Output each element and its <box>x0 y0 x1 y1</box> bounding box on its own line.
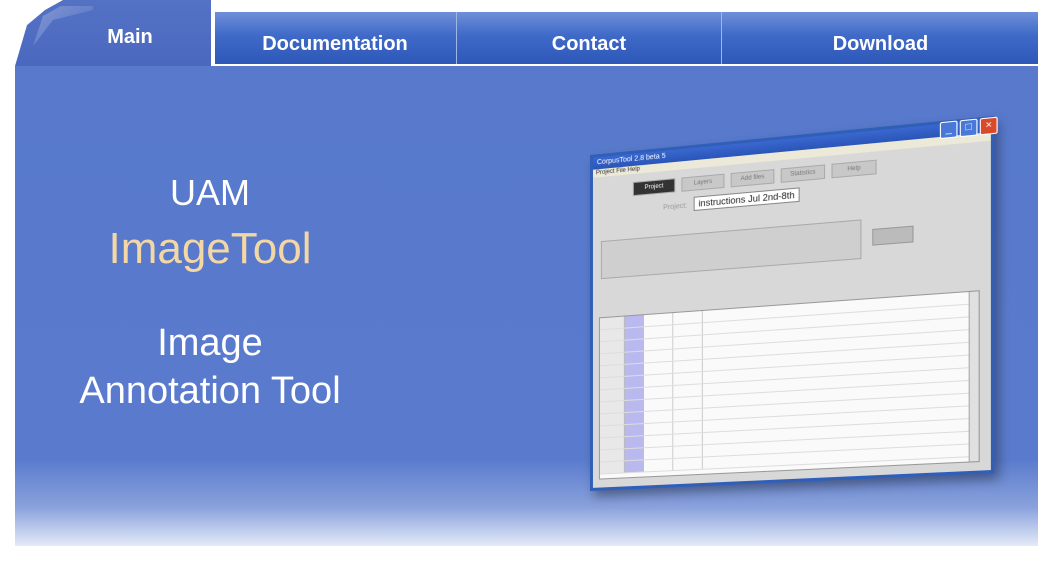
app-list-cell <box>599 413 625 426</box>
app-list-cell <box>643 422 674 436</box>
app-list-cell <box>643 361 674 375</box>
app-list-cell <box>624 436 644 449</box>
app-list-cell <box>673 372 703 385</box>
app-list-cell <box>624 411 644 425</box>
app-list-cell <box>673 335 703 349</box>
page-footer-space <box>0 546 1038 586</box>
app-list-cell <box>624 363 644 376</box>
app-list-cell <box>599 364 625 378</box>
app-window: _ □ × CorpusTool 2.8 beta 5 Project File… <box>590 115 998 492</box>
app-list-cell <box>643 337 674 351</box>
app-tab-statistics: Statistics <box>780 164 826 183</box>
app-list-cell <box>673 384 703 398</box>
app-list-cell <box>624 387 644 400</box>
app-list-cell <box>599 425 625 438</box>
app-list-cell <box>643 434 674 448</box>
app-list-cell <box>673 445 703 458</box>
hero-title-imagetool: ImageTool <box>108 224 312 273</box>
app-list-cell <box>673 323 703 337</box>
app-list-cell <box>599 400 625 414</box>
app-list-cell <box>624 424 644 437</box>
tab-main[interactable]: Main <box>15 0 211 66</box>
app-list-cell <box>643 458 674 472</box>
hero-subtitle-image: Image <box>157 322 263 364</box>
app-list-cell <box>624 351 644 364</box>
app-list-scrollbar <box>968 291 979 462</box>
tab-contact[interactable]: Contact <box>456 12 721 64</box>
hero-title-uam: UAM <box>170 172 250 213</box>
app-tab-help: Help <box>831 159 877 179</box>
app-list-cell <box>599 352 625 366</box>
close-icon: × <box>979 116 998 136</box>
app-list-cell <box>643 373 674 387</box>
app-tab-layers: Layers <box>681 173 725 192</box>
app-list-cell <box>673 396 703 410</box>
app-list-cell <box>673 420 703 434</box>
app-list-cell <box>673 310 703 325</box>
app-list-cell <box>599 449 625 462</box>
app-tab-project: Project <box>632 178 676 197</box>
app-list-cell <box>643 313 674 327</box>
app-list-cell <box>624 399 644 413</box>
app-list-cell <box>673 347 703 361</box>
page-margin <box>0 0 15 586</box>
app-list-cell <box>643 349 674 363</box>
app-list-cell <box>599 376 625 390</box>
main-nav: Main Documentation Contact Download <box>15 0 1038 66</box>
maximize-icon: □ <box>959 118 978 138</box>
app-form-area <box>600 219 862 280</box>
app-file-list <box>598 290 980 480</box>
minimize-icon: _ <box>939 120 958 140</box>
app-list-cell <box>673 359 703 373</box>
app-list-cell <box>673 457 703 471</box>
app-list-cell <box>599 316 625 330</box>
app-list-cell <box>643 325 674 339</box>
tab-documentation[interactable]: Documentation <box>215 12 455 64</box>
app-screenshot: _ □ × CorpusTool 2.8 beta 5 Project File… <box>590 51 1001 495</box>
app-list-cell <box>643 386 674 399</box>
app-tab-add-files: Add files <box>730 169 775 188</box>
app-list-cell <box>599 461 625 474</box>
app-list-cell <box>624 339 644 352</box>
app-list-cell <box>624 375 644 388</box>
app-list-cell <box>673 433 703 446</box>
app-list-cell <box>599 340 625 354</box>
tab-main-label: Main <box>107 26 153 48</box>
app-side-button <box>872 225 914 246</box>
app-list-cell <box>599 437 625 450</box>
app-list-cell <box>624 460 644 473</box>
app-list-cell <box>673 408 703 422</box>
app-list-cell <box>643 446 674 460</box>
app-list-cell <box>643 410 674 424</box>
app-list-cell <box>624 448 644 461</box>
app-project-label: Project: <box>663 202 688 212</box>
app-list-cell <box>624 315 644 328</box>
hero-subtitle-annotation-tool: Annotation Tool <box>79 370 341 412</box>
app-project-name: instructions Jul 2nd-8th <box>693 187 800 212</box>
app-list-cell <box>599 328 625 342</box>
app-list-cell <box>599 388 625 402</box>
app-list-cell <box>624 327 644 340</box>
app-list-cell <box>643 398 674 411</box>
